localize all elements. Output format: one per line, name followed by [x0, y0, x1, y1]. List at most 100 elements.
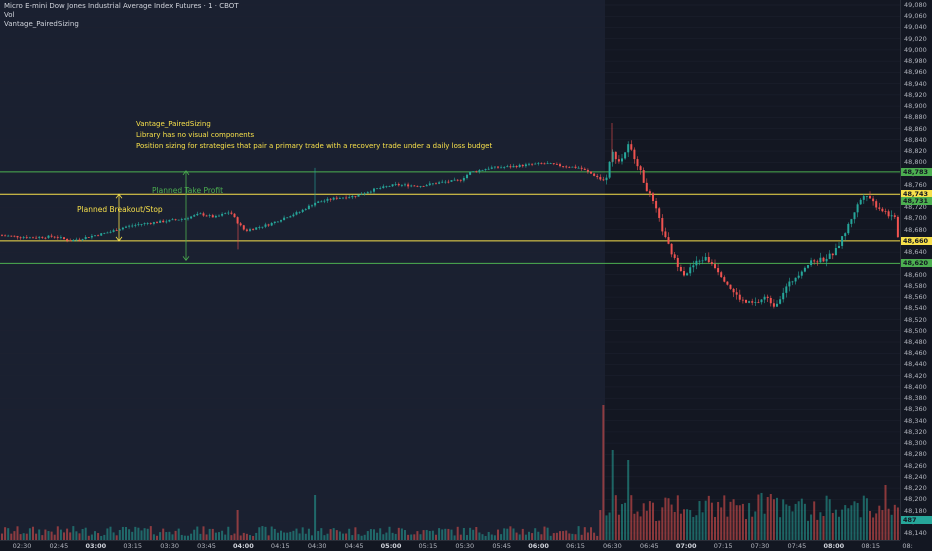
candle-body: [252, 229, 255, 231]
candle-body: [286, 217, 289, 219]
time-tick-label: 06:00: [528, 542, 549, 550]
volume-bar: [338, 531, 341, 540]
candle-body: [881, 208, 884, 212]
volume-bar: [109, 526, 112, 540]
price-tag: 48,660: [901, 236, 932, 245]
candle-body: [642, 170, 645, 183]
chart-area[interactable]: Micro E-mini Dow Jones Industrial Averag…: [0, 0, 900, 540]
candle-body: [664, 231, 667, 238]
candle-body: [106, 232, 109, 234]
candle-body: [714, 264, 716, 269]
volume-bar: [636, 511, 639, 540]
volume-bar: [683, 509, 685, 540]
volume-bar: [803, 503, 806, 540]
price-axis[interactable]: 49,080 49,060 49,040 49,020 49,000 48,980 48,9…: [900, 0, 932, 540]
volume-bar: [593, 532, 596, 540]
note-line-2: Position sizing for strategies that pair…: [136, 142, 493, 150]
volume-bar: [642, 503, 645, 540]
candle-body: [453, 179, 456, 181]
candle-body: [351, 195, 354, 198]
candle-body: [503, 167, 506, 168]
time-axis[interactable]: 02:30 02:45 03:00 03:15 03:30 03:45 04:00 04:15…: [0, 540, 913, 551]
candle-body: [704, 256, 707, 261]
price-tick-label: 49,060: [904, 12, 927, 21]
price-tick-label: 48,900: [904, 102, 927, 111]
volume-bar: [714, 516, 716, 540]
volume-bar: [658, 520, 661, 540]
volume-bar: [162, 528, 165, 540]
candle-body: [249, 229, 251, 231]
candle-body: [692, 265, 695, 268]
volume-bar: [177, 528, 180, 540]
volume-bar: [97, 533, 100, 540]
volume-bar: [779, 517, 782, 540]
volume-bar: [431, 530, 434, 540]
symbol-title[interactable]: Micro E-mini Dow Jones Industrial Averag…: [4, 2, 239, 11]
candle-body: [794, 277, 797, 282]
candle-body: [10, 235, 13, 237]
script-indicator-label[interactable]: Vantage_PairedSizing: [4, 20, 239, 29]
candle-body: [869, 196, 871, 199]
price-tick-label: 48,800: [904, 158, 927, 167]
candle-body: [202, 213, 205, 216]
candle-body: [862, 196, 865, 200]
volume-bar: [236, 510, 239, 540]
volume-bar: [896, 507, 899, 540]
candle-body: [723, 277, 726, 282]
volume-bar: [776, 497, 778, 540]
candle-body: [335, 197, 338, 199]
candle-body: [822, 257, 825, 262]
breakout-stop-label[interactable]: Planned Breakout/Stop: [77, 205, 163, 214]
price-tick-label: 48,940: [904, 79, 927, 88]
candle-body: [655, 200, 658, 209]
price-tick-label: 48,820: [904, 147, 927, 156]
candle-body: [156, 222, 158, 223]
volume-bar: [521, 528, 524, 540]
volume-bar: [791, 511, 794, 540]
candle-body: [819, 257, 822, 263]
candle-body: [131, 225, 134, 227]
price-tick-label: 48,560: [904, 293, 927, 302]
candle-body: [44, 237, 47, 239]
candle-body: [583, 168, 586, 170]
price-tick-label: 48,340: [904, 416, 927, 425]
candle-body: [729, 284, 732, 289]
candle-body: [140, 224, 143, 225]
volume-bar: [450, 529, 453, 540]
candle-body: [94, 235, 96, 237]
candle-body: [779, 299, 782, 304]
candle-body: [270, 223, 273, 226]
volume-bar: [335, 530, 338, 540]
volume-bar: [528, 531, 530, 540]
price-tick-label: 48,400: [904, 382, 927, 391]
price-chart[interactable]: [0, 0, 900, 540]
take-profit-label[interactable]: Planned Take Profit: [152, 186, 223, 195]
candle-body: [512, 165, 515, 168]
candle-body: [242, 225, 245, 230]
candle-body: [537, 162, 540, 164]
volume-indicator-label[interactable]: Vol: [4, 11, 239, 20]
candle-body: [698, 260, 701, 262]
volume-bar: [893, 504, 896, 540]
candle-body: [586, 169, 589, 172]
candle-body: [273, 221, 276, 224]
price-tick-label: 48,260: [904, 461, 927, 470]
volume-bar: [373, 529, 375, 540]
price-tick-label: 48,880: [904, 113, 927, 122]
volume-bar: [617, 514, 620, 540]
volume-bar: [202, 526, 205, 540]
candle-body: [776, 303, 778, 307]
candle-body: [763, 296, 766, 300]
volume-bar: [853, 501, 856, 540]
candle-body: [59, 237, 62, 239]
candle-body: [13, 235, 16, 237]
candle-body: [187, 218, 189, 220]
candle-body: [524, 164, 527, 167]
candle-body: [438, 182, 441, 184]
candle-body: [317, 201, 320, 203]
candle-body: [255, 227, 258, 230]
time-tick-label: 05:00: [380, 542, 402, 550]
volume-bar: [531, 533, 534, 540]
candle-body: [459, 179, 462, 181]
volume-bar: [94, 531, 96, 540]
